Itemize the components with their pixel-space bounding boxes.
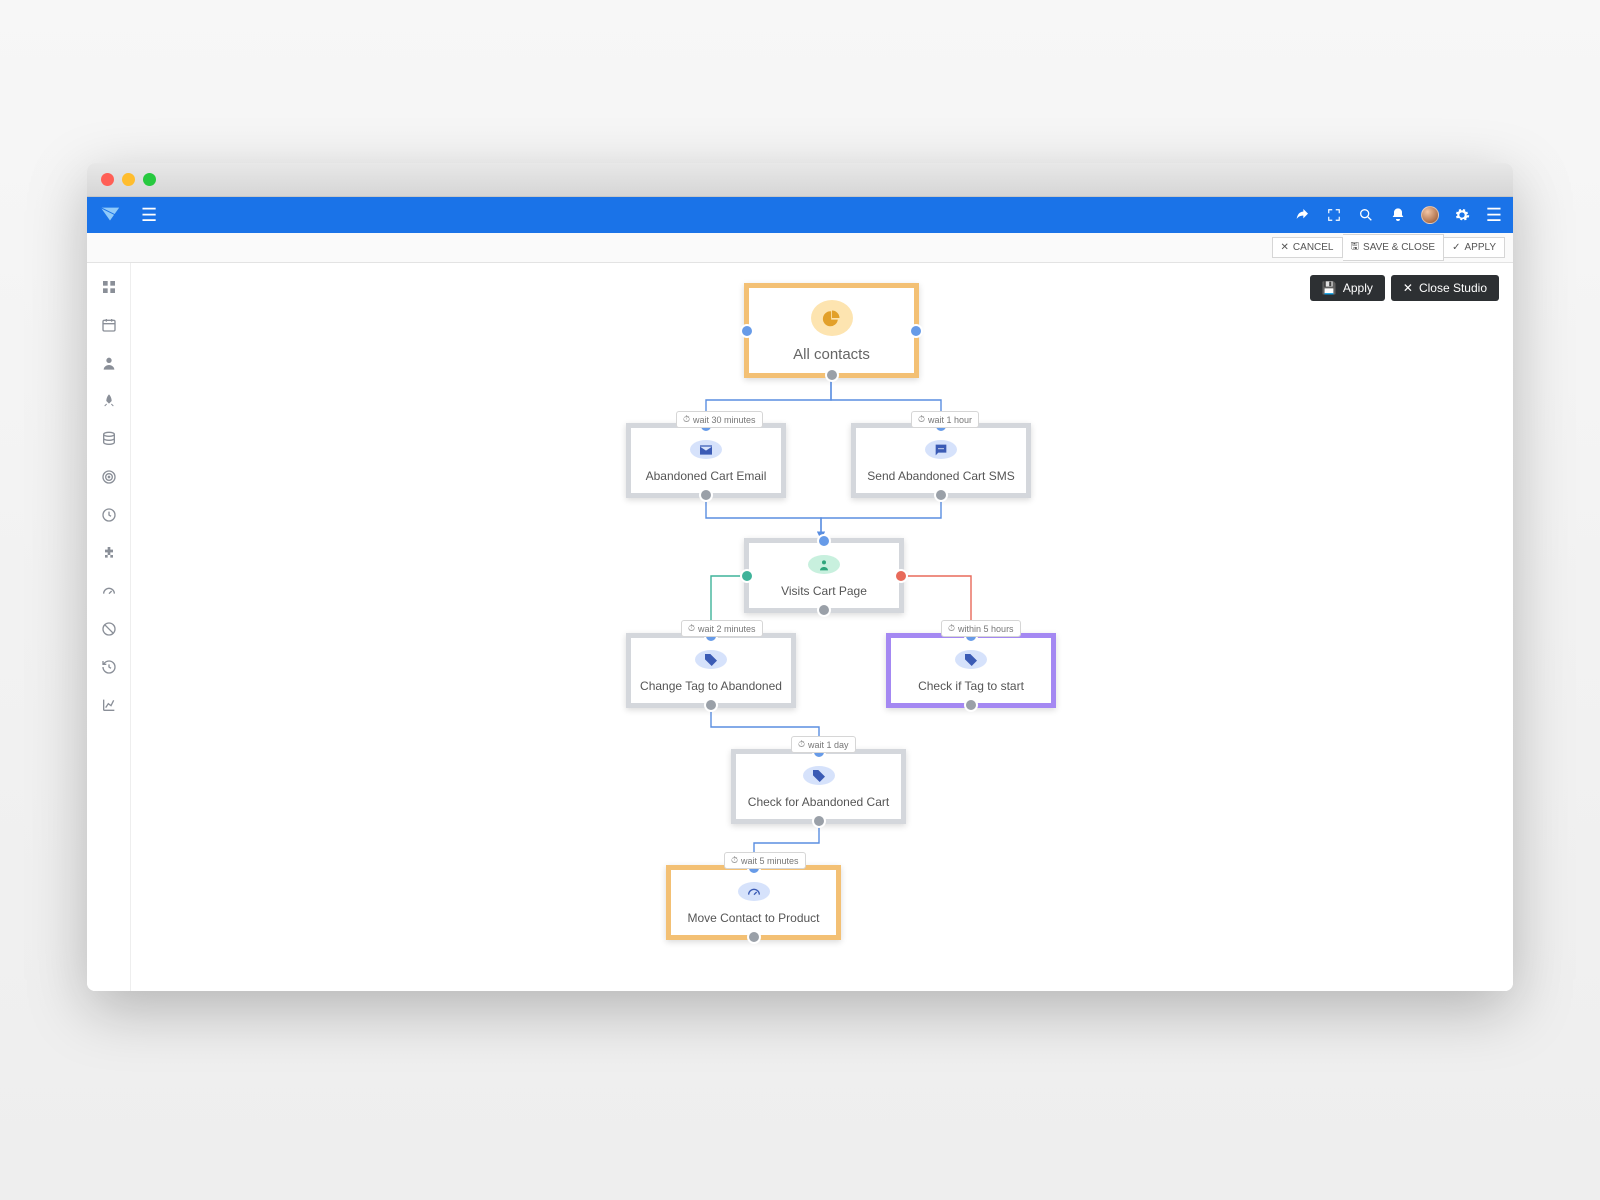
- sidebar-rocket-icon[interactable]: [99, 391, 119, 411]
- node-abandoned-sms[interactable]: Send Abandoned Cart SMS: [851, 423, 1031, 498]
- port[interactable]: [704, 698, 718, 712]
- window-titlebar: [87, 163, 1513, 197]
- save-close-button[interactable]: 🖫SAVE & CLOSE: [1343, 234, 1445, 261]
- port-yes[interactable]: [740, 569, 754, 583]
- node-label: Visits Cart Page: [781, 584, 867, 598]
- sidebar-clock-icon[interactable]: [99, 505, 119, 525]
- wait-badge: wait 2 minutes: [681, 620, 763, 637]
- app-topbar: ☰ ☰: [87, 197, 1513, 233]
- app-logo[interactable]: [97, 202, 123, 228]
- wait-badge: wait 30 minutes: [676, 411, 763, 428]
- port[interactable]: [817, 534, 831, 548]
- port[interactable]: [747, 930, 761, 944]
- envelope-icon: [690, 440, 722, 459]
- wait-badge: within 5 hours: [941, 620, 1021, 637]
- chat-icon: [925, 440, 957, 459]
- tag-icon: [803, 766, 835, 785]
- sidebar-plugin-icon[interactable]: [99, 543, 119, 563]
- window-close-dot[interactable]: [101, 173, 114, 186]
- node-all-contacts[interactable]: All contacts: [744, 283, 919, 378]
- node-label: Abandoned Cart Email: [646, 469, 767, 483]
- sidebar-gauge-icon[interactable]: [99, 581, 119, 601]
- wait-badge: wait 5 minutes: [724, 852, 806, 869]
- x-icon: ✕: [1403, 281, 1413, 295]
- sidebar-dashboard-icon[interactable]: [99, 277, 119, 297]
- tag-icon: [955, 650, 987, 669]
- sidebar-block-icon[interactable]: [99, 619, 119, 639]
- flow-canvas[interactable]: 💾Apply ✕Close Studio: [131, 263, 1513, 991]
- sidebar-history-icon[interactable]: [99, 657, 119, 677]
- node-move-contact[interactable]: Move Contact to Product: [666, 865, 841, 940]
- wait-badge: wait 1 hour: [911, 411, 979, 428]
- check-icon: ✓: [1452, 242, 1460, 253]
- sidebar: [87, 263, 131, 991]
- studio-apply-button[interactable]: 💾Apply: [1310, 275, 1385, 301]
- node-visits-cart[interactable]: Visits Cart Page: [744, 538, 904, 613]
- action-strip: ✕CANCEL 🖫SAVE & CLOSE ✓APPLY: [87, 233, 1513, 263]
- port[interactable]: [934, 488, 948, 502]
- x-icon: ✕: [1281, 242, 1289, 253]
- search-icon[interactable]: [1357, 206, 1375, 224]
- node-change-tag[interactable]: Change Tag to Abandoned: [626, 633, 796, 708]
- port[interactable]: [909, 324, 923, 338]
- port-no[interactable]: [894, 569, 908, 583]
- tag-icon: [695, 650, 727, 669]
- bell-icon[interactable]: [1389, 206, 1407, 224]
- node-label: Check for Abandoned Cart: [748, 795, 889, 809]
- save-icon: 💾: [1322, 281, 1337, 295]
- port[interactable]: [812, 814, 826, 828]
- gauge-icon: [738, 882, 770, 901]
- port[interactable]: [817, 603, 831, 617]
- apply-button[interactable]: ✓APPLY: [1444, 237, 1505, 258]
- node-label: Move Contact to Product: [687, 911, 819, 925]
- node-check-tag-start[interactable]: Check if Tag to start: [886, 633, 1056, 708]
- save-icon: 🖫: [1351, 239, 1360, 256]
- cancel-button[interactable]: ✕CANCEL: [1272, 237, 1343, 258]
- studio-close-button[interactable]: ✕Close Studio: [1391, 275, 1499, 301]
- port[interactable]: [699, 488, 713, 502]
- node-abandoned-email[interactable]: Abandoned Cart Email: [626, 423, 786, 498]
- port[interactable]: [740, 324, 754, 338]
- share-icon[interactable]: [1293, 206, 1311, 224]
- browser-window: ☰ ☰ ✕CANCEL 🖫SAVE & CLOSE ✓APPLY: [87, 163, 1513, 991]
- node-label: All contacts: [793, 346, 870, 363]
- sidebar-contacts-icon[interactable]: [99, 353, 119, 373]
- window-minimize-dot[interactable]: [122, 173, 135, 186]
- sidebar-chart-icon[interactable]: [99, 695, 119, 715]
- node-label: Check if Tag to start: [918, 679, 1024, 693]
- avatar[interactable]: [1421, 206, 1439, 224]
- fullscreen-icon[interactable]: [1325, 206, 1343, 224]
- more-menu-icon[interactable]: ☰: [1485, 206, 1503, 224]
- wait-badge: wait 1 day: [791, 736, 856, 753]
- menu-icon[interactable]: ☰: [141, 205, 157, 226]
- sidebar-calendar-icon[interactable]: [99, 315, 119, 335]
- port[interactable]: [964, 698, 978, 712]
- sidebar-database-icon[interactable]: [99, 429, 119, 449]
- user-icon: [808, 555, 840, 574]
- node-check-abandoned[interactable]: Check for Abandoned Cart: [731, 749, 906, 824]
- gear-icon[interactable]: [1453, 206, 1471, 224]
- node-label: Change Tag to Abandoned: [640, 679, 782, 693]
- port[interactable]: [825, 368, 839, 382]
- sidebar-target-icon[interactable]: [99, 467, 119, 487]
- pie-chart-icon: [811, 300, 853, 336]
- node-label: Send Abandoned Cart SMS: [867, 469, 1014, 483]
- window-maximize-dot[interactable]: [143, 173, 156, 186]
